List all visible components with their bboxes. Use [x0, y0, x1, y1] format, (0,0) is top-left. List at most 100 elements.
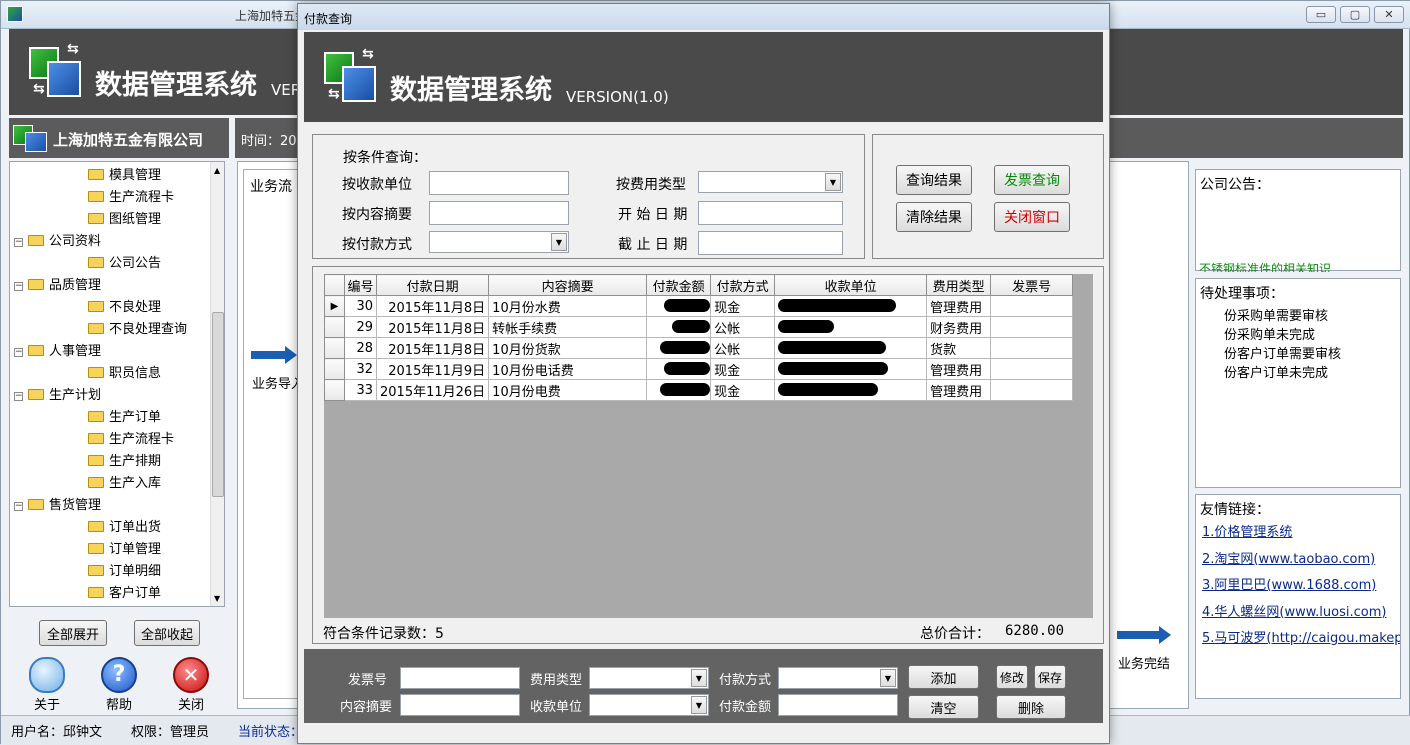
summary-input[interactable]: [429, 201, 569, 225]
tree-scrollbar[interactable]: ▲ ▼: [210, 162, 224, 606]
edit-summary-input[interactable]: [400, 694, 520, 716]
expand-all-button[interactable]: 全部展开: [39, 620, 107, 646]
tree-node[interactable]: − 品质管理: [14, 274, 101, 296]
tree-node[interactable]: 图纸管理: [88, 208, 161, 230]
end-date-input[interactable]: [698, 231, 843, 255]
tree-node[interactable]: 生产排期: [88, 450, 161, 472]
modify-button[interactable]: 修改: [996, 665, 1028, 689]
column-header[interactable]: 付款金额: [646, 274, 712, 296]
add-button[interactable]: 添加: [908, 665, 979, 689]
todo-item[interactable]: 份采购单需要审核: [1224, 305, 1328, 324]
collapse-icon[interactable]: −: [14, 348, 23, 357]
column-header[interactable]: 内容摘要: [488, 274, 648, 296]
clear-button[interactable]: 清空: [908, 695, 979, 719]
invoice-label: 发票号: [348, 673, 388, 688]
row-header[interactable]: [324, 379, 345, 401]
chevron-down-icon[interactable]: ▼: [691, 696, 707, 714]
folder-icon: [88, 565, 104, 576]
invoice-query-button[interactable]: 发票查询: [994, 165, 1070, 195]
table-row[interactable]: 29 2015年11月8日 转帐手续费 公帐 财务费用: [324, 316, 1074, 338]
edit-type-select[interactable]: ▼: [589, 667, 709, 689]
tree-node[interactable]: 职员信息: [88, 362, 161, 384]
collapse-icon[interactable]: −: [14, 502, 23, 511]
row-header[interactable]: [324, 337, 345, 359]
close-window-button[interactable]: ✕: [1374, 6, 1404, 23]
help-label[interactable]: 帮助: [106, 694, 132, 713]
tree-node[interactable]: 订单明细: [88, 560, 161, 582]
maximize-button[interactable]: ▢: [1340, 6, 1370, 23]
notice-text[interactable]: 不锈钢标准件的相关知识: [1199, 262, 1331, 272]
delete-button[interactable]: 删除: [996, 695, 1066, 719]
table-row[interactable]: ▶ 30 2015年11月8日 10月份水费 现金 管理费用: [324, 295, 1074, 317]
table-row[interactable]: 28 2015年11月8日 10月份货款 公帐 货款: [324, 337, 1074, 359]
edit-method-select[interactable]: ▼: [778, 667, 898, 689]
friend-link[interactable]: 2.淘宝网(www.taobao.com): [1202, 548, 1375, 567]
row-header[interactable]: [324, 358, 345, 380]
column-header[interactable]: 付款方式: [710, 274, 776, 296]
edit-amount-input[interactable]: [778, 694, 898, 716]
tree-node[interactable]: − 售货管理: [14, 494, 101, 516]
tree-node[interactable]: − 人事管理: [14, 340, 101, 362]
results-grid[interactable]: 编号 付款日期 内容摘要 付款金额 付款方式 收款单位 费用类型 发票号 ▶ 30 2015年11…: [324, 274, 1093, 618]
method-select[interactable]: ▼: [429, 231, 569, 253]
chevron-down-icon[interactable]: ▼: [880, 669, 896, 687]
column-header[interactable]: 费用类型: [926, 274, 992, 296]
edit-payee-select[interactable]: ▼: [589, 694, 709, 716]
close-app-icon[interactable]: ✕: [173, 657, 209, 693]
row-header[interactable]: [324, 316, 345, 338]
invoice-input[interactable]: [400, 667, 520, 689]
about-icon[interactable]: [29, 657, 65, 693]
scroll-down-icon[interactable]: ▼: [214, 594, 220, 603]
scroll-up-icon[interactable]: ▲: [214, 166, 220, 175]
table-row[interactable]: 32 2015年11月9日 10月份电话费 现金 管理费用: [324, 358, 1074, 380]
todo-item[interactable]: 份客户订单未完成: [1224, 362, 1328, 381]
collapse-icon[interactable]: −: [14, 238, 23, 247]
tree-node[interactable]: 不良处理查询: [88, 318, 187, 340]
clear-results-button[interactable]: 清除结果: [896, 202, 972, 232]
friend-link[interactable]: 5.马可波罗(http://caigou.makepo: [1202, 627, 1400, 646]
row-header[interactable]: ▶: [324, 295, 345, 317]
tree-node[interactable]: 生产流程卡: [88, 186, 174, 208]
collapse-all-button[interactable]: 全部收起: [134, 620, 200, 646]
todo-item[interactable]: 份客户订单需要审核: [1224, 343, 1341, 362]
chevron-down-icon[interactable]: ▼: [825, 173, 841, 191]
start-date-input[interactable]: [698, 201, 843, 225]
payee-input[interactable]: [429, 171, 569, 195]
column-header[interactable]: 发票号: [990, 274, 1074, 296]
friend-link[interactable]: 4.华人螺丝网(www.luosi.com): [1202, 601, 1386, 620]
dialog-titlebar: 付款查询: [298, 4, 1109, 30]
todo-item[interactable]: 份采购单未完成: [1224, 324, 1315, 343]
tree-node[interactable]: 模具管理: [88, 164, 161, 186]
chevron-down-icon[interactable]: ▼: [551, 233, 567, 251]
save-button[interactable]: 保存: [1034, 665, 1066, 689]
tree-node[interactable]: 订单管理: [88, 538, 161, 560]
tree-node[interactable]: − 生产计划: [14, 384, 101, 406]
close-dialog-button[interactable]: 关闭窗口: [994, 202, 1070, 232]
friend-link[interactable]: 3.阿里巴巴(www.1688.com): [1202, 574, 1376, 593]
chevron-down-icon[interactable]: ▼: [691, 669, 707, 687]
tree-node[interactable]: − 公司资料: [14, 230, 101, 252]
table-row[interactable]: 33 2015年11月26日 10月份电费 现金 管理费用: [324, 379, 1074, 401]
collapse-icon[interactable]: −: [14, 392, 23, 401]
collapse-icon[interactable]: −: [14, 282, 23, 291]
tree-node[interactable]: 公司公告: [88, 252, 161, 274]
close-label[interactable]: 关闭: [178, 694, 204, 713]
tree-node[interactable]: 生产流程卡: [88, 428, 174, 450]
about-label[interactable]: 关于: [34, 694, 60, 713]
tree-node[interactable]: 订单出货: [88, 516, 161, 538]
type-select[interactable]: ▼: [698, 171, 843, 193]
tree-node[interactable]: 不良处理: [88, 296, 161, 318]
navigation-tree[interactable]: 模具管理 生产流程卡 图纸管理 − 公司资料 公司公告 − 品质管理 不良处理 不良处理查询 − 人事…: [9, 161, 225, 607]
tree-node[interactable]: 生产订单: [88, 406, 161, 428]
minimize-button[interactable]: ▭: [1306, 6, 1336, 23]
query-button[interactable]: 查询结果: [896, 165, 972, 195]
column-header[interactable]: 收款单位: [774, 274, 928, 296]
column-header[interactable]: 付款日期: [375, 274, 490, 296]
tree-node[interactable]: 生产入库: [88, 472, 161, 494]
friend-link[interactable]: 1.价格管理系统: [1202, 521, 1292, 540]
help-icon[interactable]: ?: [101, 657, 137, 693]
tree-node-label: 售货管理: [49, 498, 102, 513]
column-header[interactable]: 编号: [344, 274, 377, 296]
tree-node[interactable]: 客户订单: [88, 582, 161, 604]
scrollbar-thumb[interactable]: [212, 312, 224, 497]
